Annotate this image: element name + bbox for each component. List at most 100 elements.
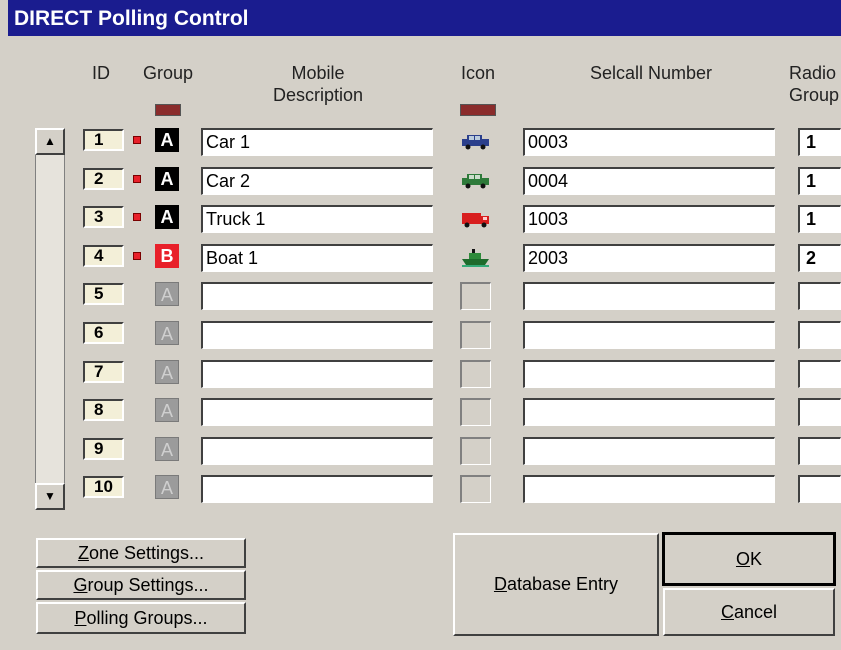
group-mnemonic: G	[73, 575, 88, 595]
table-row: 9A	[0, 436, 841, 467]
selcall-number-field[interactable]: 0004	[523, 166, 775, 195]
icon-empty-slot[interactable]	[460, 359, 491, 388]
group-toggle[interactable]: B	[155, 243, 179, 268]
row-id-button[interactable]: 6	[83, 322, 124, 344]
header-icon: Icon	[460, 63, 496, 83]
group-toggle[interactable]: A	[155, 282, 179, 307]
table-row: 2 A Car 2 0004 1	[0, 166, 841, 197]
selcall-number-field[interactable]: 1003	[523, 205, 775, 234]
mobile-description-field[interactable]	[201, 398, 433, 427]
header-id: ID	[92, 63, 110, 83]
polling-mnemonic: P	[74, 608, 87, 628]
zone-mnemonic: Z	[77, 543, 89, 563]
ok-label: K	[750, 549, 763, 569]
mobile-description-field[interactable]	[201, 436, 433, 465]
radio-group-field[interactable]: 1	[798, 166, 841, 195]
table-row: 7A	[0, 359, 841, 390]
radio-group-field[interactable]	[798, 282, 841, 311]
mobile-description-field[interactable]: Boat 1	[201, 243, 433, 272]
mobile-description-field[interactable]: Car 2	[201, 166, 433, 195]
row-id-button[interactable]: 8	[83, 399, 124, 422]
header-desc-line1: Mobile	[291, 63, 345, 83]
cancel-button[interactable]: Cancel	[663, 588, 835, 636]
active-indicator-icon	[133, 251, 141, 260]
selcall-number-field[interactable]	[523, 475, 775, 504]
radio-group-field[interactable]: 1	[798, 128, 841, 156]
header-radio-line1: Radio	[789, 63, 837, 83]
row-id-button[interactable]: 1	[83, 129, 124, 151]
mobile-description-field[interactable]: Car 1	[201, 128, 433, 156]
group-settings-button[interactable]: Group Settings...	[36, 570, 246, 600]
row-id-button[interactable]: 3	[83, 206, 124, 229]
header-desc-line2: Description	[272, 85, 364, 105]
icon-empty-slot[interactable]	[460, 398, 491, 427]
db-label: atabase Entry	[506, 574, 619, 594]
zone-label: one Settings...	[88, 543, 205, 563]
icon-empty-slot[interactable]	[460, 321, 491, 349]
group-toggle[interactable]: A	[155, 359, 179, 384]
header-mobile-description: Mobile Description	[248, 62, 388, 106]
radio-group-field[interactable]: 2	[798, 243, 841, 272]
active-indicator-icon	[133, 213, 141, 222]
group-toggle[interactable]: A	[155, 166, 179, 191]
db-mnemonic: D	[493, 574, 507, 594]
row-id-button[interactable]: 2	[83, 167, 124, 190]
polling-groups-button[interactable]: Polling Groups...	[36, 602, 246, 634]
database-entry-button[interactable]: Database Entry	[453, 533, 659, 636]
group-toggle[interactable]: A	[155, 436, 179, 461]
selcall-number-field[interactable]: 0003	[523, 128, 775, 156]
group-label: roup Settings...	[87, 575, 209, 595]
row-id-button[interactable]: 5	[83, 283, 124, 306]
icon-empty-slot[interactable]	[460, 436, 491, 465]
group-toggle[interactable]: A	[155, 321, 179, 345]
radio-group-field[interactable]	[798, 398, 841, 427]
zone-settings-button[interactable]: Zone Settings...	[36, 538, 246, 568]
table-row: 1 A Car 1 0003 1	[0, 128, 841, 158]
selcall-number-field[interactable]: 2003	[523, 243, 775, 272]
selcall-number-field[interactable]	[523, 398, 775, 427]
table-row: 8A	[0, 398, 841, 428]
group-color-bar[interactable]	[155, 104, 181, 116]
radio-group-field[interactable]	[798, 321, 841, 349]
mobile-description-field[interactable]	[201, 359, 433, 388]
mobile-description-field[interactable]	[201, 282, 433, 311]
icon-empty-slot[interactable]	[460, 475, 491, 504]
group-toggle[interactable]: A	[155, 205, 179, 230]
active-indicator-icon	[133, 174, 141, 183]
window-title: DIRECT Polling Control	[8, 0, 841, 36]
radio-group-field[interactable]: 1	[798, 205, 841, 234]
ok-mnemonic: O	[735, 549, 750, 569]
group-toggle[interactable]: A	[155, 398, 179, 423]
table-row: 5A	[0, 282, 841, 312]
radio-group-field[interactable]	[798, 475, 841, 504]
active-indicator-icon	[133, 136, 141, 144]
radio-group-field[interactable]	[798, 359, 841, 388]
boat-green-icon[interactable]	[460, 244, 491, 272]
cancel-mnemonic: C	[720, 602, 734, 622]
table-row: 3 A Truck 1 1003 1	[0, 205, 841, 235]
row-id-button[interactable]: 9	[83, 437, 124, 460]
car-blue-icon[interactable]	[460, 128, 491, 156]
truck-red-icon[interactable]	[460, 205, 491, 233]
mobile-description-field[interactable]	[201, 475, 433, 504]
mobile-description-field[interactable]: Truck 1	[201, 205, 433, 234]
radio-group-field[interactable]	[798, 436, 841, 465]
table-row: 6A	[0, 321, 841, 351]
group-toggle[interactable]: A	[155, 128, 179, 152]
row-id-button[interactable]: 7	[83, 360, 124, 383]
header-radio-line2: Group	[789, 85, 840, 105]
icon-empty-slot[interactable]	[460, 282, 491, 311]
selcall-number-field[interactable]	[523, 436, 775, 465]
icon-color-bar[interactable]	[460, 104, 496, 116]
selcall-number-field[interactable]	[523, 321, 775, 349]
group-toggle[interactable]: A	[155, 475, 179, 500]
header-radio-group: Radio Group	[789, 62, 841, 106]
header-selcall: Selcall Number	[589, 63, 713, 83]
ok-button[interactable]: OK	[662, 532, 836, 586]
selcall-number-field[interactable]	[523, 359, 775, 388]
row-id-button[interactable]: 10	[83, 476, 124, 499]
row-id-button[interactable]: 4	[83, 244, 124, 267]
car-green-icon[interactable]	[460, 167, 491, 195]
mobile-description-field[interactable]	[201, 321, 433, 349]
selcall-number-field[interactable]	[523, 282, 775, 311]
